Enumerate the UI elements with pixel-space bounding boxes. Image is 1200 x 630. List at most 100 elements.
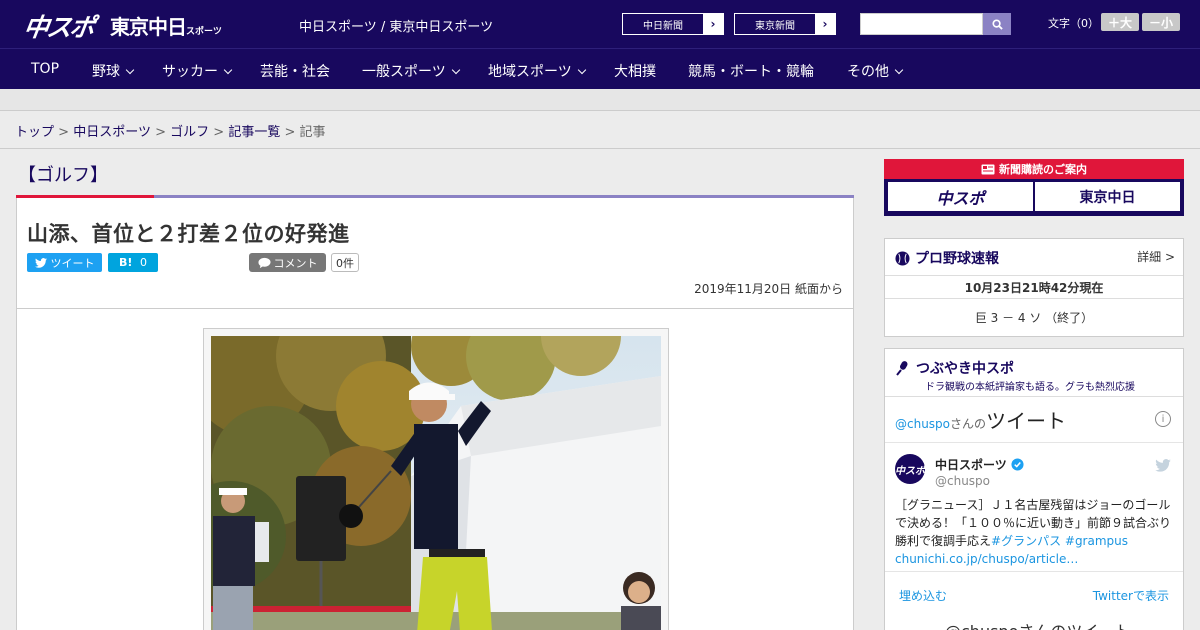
article-photo-frame	[203, 328, 669, 630]
promo-logo-chuspo[interactable]: 中スポ	[888, 182, 1033, 211]
newspaper-icon	[981, 164, 995, 174]
chevron-right-icon: ›	[822, 17, 828, 31]
chevron-right-icon: ›	[710, 17, 716, 31]
nav-item-top[interactable]: TOP	[31, 61, 59, 77]
info-icon[interactable]: i	[1155, 411, 1171, 427]
breadcrumb-separator: >	[213, 125, 225, 140]
breadcrumb-link-top[interactable]: トップ	[15, 125, 54, 140]
chevron-down-icon	[577, 65, 586, 75]
comment-count: 0件	[331, 253, 359, 272]
twitter-timeline-embed: @chuspoさんのツイート i 中スポ 中日スポーツ @chuspo ［グラニ…	[885, 396, 1183, 630]
article-date: 2019年11月20日 紙面から	[694, 282, 843, 296]
breadcrumb-current: 記事	[299, 125, 326, 140]
nav-label: 一般スポーツ	[362, 64, 446, 80]
tokyo-logo-suffix: スポーツ	[186, 27, 222, 37]
breadcrumb-link-golf[interactable]: ゴルフ	[170, 125, 209, 140]
nav-item-local-sports[interactable]: 地域スポーツ	[488, 61, 586, 81]
comment-button-label: コメント	[273, 256, 318, 270]
view-on-twitter-link[interactable]: Twitterで表示	[1093, 587, 1169, 604]
tokyo-chunichi-logo[interactable]: 東京中日スポーツ	[110, 11, 222, 40]
nav-label: 芸能・社会	[260, 64, 330, 80]
timeline-header: @chuspoさんのツイート	[895, 405, 1066, 434]
nav-label: 地域スポーツ	[488, 64, 572, 80]
golfer-photo-illustration	[211, 336, 661, 630]
tweet-box-title-text: つぶやき中スポ	[916, 361, 1014, 377]
chunichi-shimbun-link[interactable]: 中日新聞 ›	[622, 13, 724, 35]
chevron-down-icon	[125, 65, 135, 75]
nav-label: 大相撲	[614, 64, 656, 80]
avatar[interactable]: 中スポ	[895, 454, 925, 484]
more-tweets-link[interactable]: @chuspoさんのツイート	[945, 618, 1130, 630]
divider	[885, 571, 1183, 572]
breadcrumb-separator: >	[58, 125, 70, 140]
breadcrumb-link-chuspo[interactable]: 中日スポーツ	[73, 125, 151, 140]
tweet-hashtags[interactable]: #グランパス #grampus	[991, 534, 1128, 548]
nav-item-other[interactable]: その他	[847, 61, 904, 81]
article-photo[interactable]	[211, 336, 661, 630]
sub-bar	[0, 89, 1200, 111]
nav-label: 野球	[92, 64, 120, 80]
nav-label: その他	[847, 64, 889, 80]
site-name: 中日スポーツ / 東京中日スポーツ	[299, 20, 494, 35]
font-size-label: 文字（0）	[1048, 17, 1099, 30]
chevron-down-icon	[223, 65, 233, 75]
nav-label: サッカー	[162, 64, 218, 80]
score-timestamp: 10月23日21時42分現在	[885, 275, 1183, 299]
divider	[17, 308, 853, 309]
nav-item-sumo[interactable]: 大相撲	[614, 61, 656, 81]
ext-link-label: 東京新聞	[735, 14, 815, 34]
baseball-detail-link[interactable]: 詳細 >	[1137, 248, 1175, 265]
breadcrumb-link-article-list[interactable]: 記事一覧	[228, 125, 280, 140]
microphone-icon	[896, 361, 908, 376]
breadcrumb: トップ > 中日スポーツ > ゴルフ > 記事一覧 > 記事	[15, 121, 326, 140]
account-handle[interactable]: @chuspo	[935, 474, 990, 488]
tweet-button[interactable]: ツイート	[27, 253, 102, 272]
tweet-button-label: ツイート	[50, 256, 95, 270]
promo-title: 新聞購読のご案内	[999, 163, 1087, 176]
nav-label: TOP	[31, 61, 60, 77]
verified-badge-icon	[1011, 458, 1024, 471]
timeline-handle[interactable]: @chuspo	[895, 417, 950, 431]
embed-link[interactable]: 埋め込む	[899, 587, 947, 604]
tweet-link[interactable]: chunichi.co.jp/chuspo/article…	[895, 552, 1078, 566]
timeline-tweet-label: ツイート	[986, 409, 1067, 433]
hatena-bookmark-button[interactable]: B! 0	[108, 253, 158, 272]
nav-item-general-sports[interactable]: 一般スポーツ	[362, 61, 460, 81]
article-headline: 山添、首位と２打差２位の好発進	[27, 222, 350, 246]
breadcrumb-separator: >	[155, 125, 166, 140]
baseball-title-text: プロ野球速報	[915, 251, 999, 267]
tweet-box-subtitle: ドラ観戦の本紙評論家も語る。グラも熱烈応援	[925, 382, 1135, 393]
promo-logo-tokyo[interactable]: 東京中日	[1035, 182, 1180, 211]
comment-button[interactable]: コメント	[249, 253, 326, 272]
chevron-down-icon	[894, 65, 904, 75]
article-category: 【ゴルフ】	[18, 165, 108, 186]
font-size-increase-button[interactable]: ＋大	[1101, 13, 1139, 31]
nav-item-soccer[interactable]: サッカー	[162, 61, 233, 81]
tokyo-shimbun-link[interactable]: 東京新聞 ›	[734, 13, 836, 35]
site-header: 中スポ 東京中日スポーツ 中日スポーツ / 東京中日スポーツ 中日新聞 › 東京…	[0, 0, 1200, 48]
tokyo-logo-text: 東京中日	[110, 15, 187, 39]
timeline-san: さんの	[950, 417, 987, 431]
score-result[interactable]: 巨 3 － 4 ソ （終了）	[885, 309, 1183, 326]
search-button[interactable]	[983, 13, 1011, 35]
nav-item-racing[interactable]: 競馬・ボート・競輪	[688, 61, 814, 81]
tweet-box: つぶやき中スポ ドラ観戦の本紙評論家も語る。グラも熱烈応援 @chuspoさんの…	[884, 348, 1184, 630]
font-size-decrease-button[interactable]: －小	[1142, 13, 1180, 31]
ext-link-label: 中日新聞	[623, 14, 703, 34]
speech-bubble-icon	[257, 257, 271, 268]
subscription-promo[interactable]: 新聞購読のご案内 中スポ 東京中日	[884, 159, 1184, 216]
baseball-score-box: プロ野球速報 詳細 > 10月23日21時42分現在 巨 3 － 4 ソ （終了…	[884, 238, 1184, 337]
account-name[interactable]: 中日スポーツ	[935, 456, 1024, 473]
baseball-icon	[895, 250, 910, 266]
hatena-label: B!	[118, 256, 133, 269]
chuspo-logo[interactable]: 中スポ	[21, 8, 95, 44]
search-input[interactable]	[860, 13, 983, 35]
tweet-text: ［グラニュース］Ｊ１名古屋残留はジョーのゴールで決める！「１００％に近い動き」前…	[895, 496, 1177, 568]
search-icon	[991, 18, 1003, 30]
nav-item-baseball[interactable]: 野球	[92, 61, 135, 81]
chevron-down-icon	[451, 65, 460, 75]
nav-item-entertainment[interactable]: 芸能・社会	[260, 61, 330, 81]
twitter-logo-icon[interactable]	[1155, 457, 1171, 476]
baseball-box-title: プロ野球速報	[895, 248, 999, 268]
twitter-bird-icon	[34, 257, 47, 268]
